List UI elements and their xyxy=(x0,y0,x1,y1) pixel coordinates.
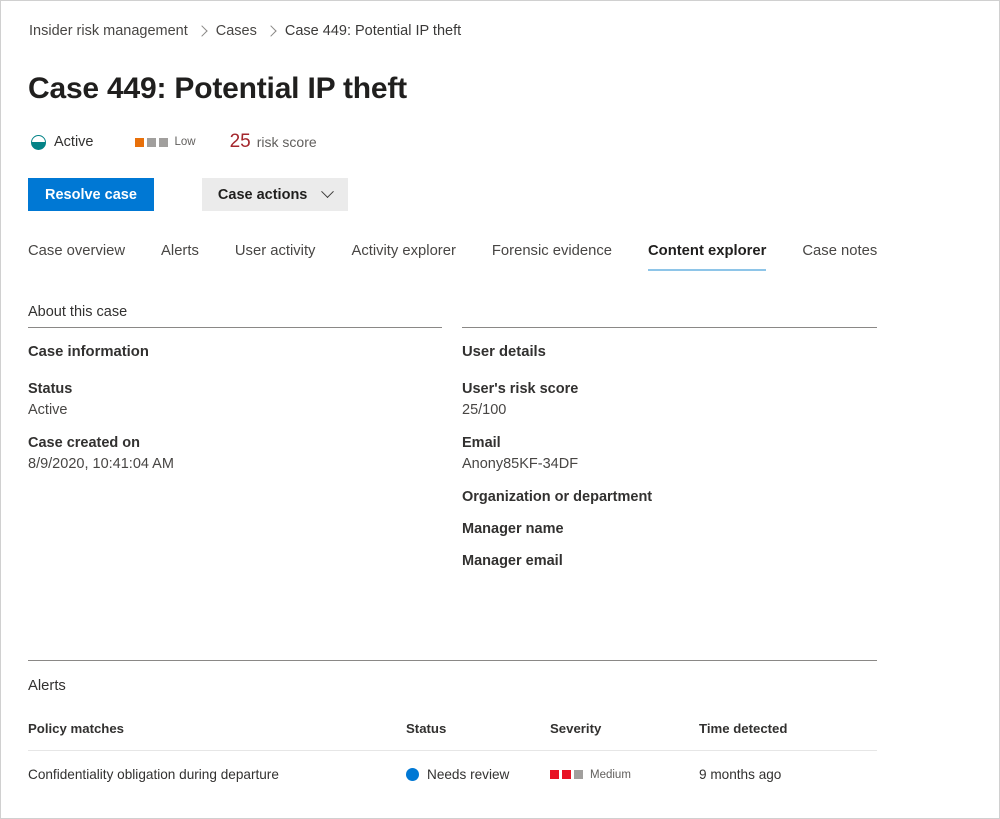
alerts-heading: Alerts xyxy=(28,678,66,694)
cell-policy-match[interactable]: Confidentiality obligation during depart… xyxy=(28,751,406,785)
cell-status: Needs review xyxy=(406,751,550,785)
tab-forensic-evidence[interactable]: Forensic evidence xyxy=(492,241,612,271)
risk-score-label: risk score xyxy=(256,134,317,150)
breadcrumb-item-insider-risk-management[interactable]: Insider risk management xyxy=(29,21,188,41)
severity-square-2 xyxy=(146,137,156,147)
section-divider-right xyxy=(462,327,877,328)
field-email-label: Email xyxy=(462,435,501,451)
case-severity: Low xyxy=(134,134,196,150)
section-divider-left xyxy=(28,327,442,328)
field-status-label: Status xyxy=(28,381,73,397)
cell-status-label: Needs review xyxy=(427,767,510,782)
case-actions-button[interactable]: Case actions xyxy=(201,178,349,211)
column-header-severity[interactable]: Severity xyxy=(550,720,699,751)
alerts-section-divider xyxy=(28,660,877,661)
cell-time-detected: 9 months ago xyxy=(699,767,782,782)
tab-alerts[interactable]: Alerts xyxy=(161,241,199,271)
field-organization-or-department: Organization or department xyxy=(462,487,877,508)
case-severity-label: Low xyxy=(174,136,196,148)
tab-case-overview[interactable]: Case overview xyxy=(28,241,125,271)
column-header-time-detected[interactable]: Time detected xyxy=(699,720,877,751)
case-risk-score: 25 risk score xyxy=(230,131,317,153)
severity-square-1 xyxy=(550,770,559,779)
field-status: Status Active xyxy=(28,379,442,421)
alerts-table: Policy matches Status Severity Time dete… xyxy=(28,720,877,784)
severity-square-3 xyxy=(158,137,168,147)
field-manager-email: Manager email xyxy=(462,551,877,572)
breadcrumb-item-cases[interactable]: Cases xyxy=(216,21,257,41)
case-information-title: Case information xyxy=(28,344,149,360)
risk-score-value: 25 xyxy=(229,131,251,152)
field-organization-or-department-label: Organization or department xyxy=(462,489,653,505)
cell-severity-label: Medium xyxy=(590,768,631,781)
severity-squares-icon xyxy=(550,770,583,779)
field-email-value: Anony85KF-34DF xyxy=(462,456,579,472)
about-this-case-heading: About this case xyxy=(28,304,128,320)
table-header-row: Policy matches Status Severity Time dete… xyxy=(28,720,877,751)
field-case-created-on-label: Case created on xyxy=(28,435,141,451)
half-filled-circle-icon xyxy=(31,134,46,150)
field-manager-name: Manager name xyxy=(462,519,877,540)
breadcrumb: Insider risk management Cases Case 449: … xyxy=(29,21,461,41)
field-case-created-on: Case created on 8/9/2020, 10:41:04 AM xyxy=(28,433,442,475)
field-email: Email Anony85KF-34DF xyxy=(462,433,877,475)
case-information-panel: Case information Status Active Case crea… xyxy=(28,342,442,487)
case-state: Active xyxy=(31,132,94,152)
tab-activity-explorer[interactable]: Activity explorer xyxy=(351,241,455,271)
severity-square-2 xyxy=(562,770,571,779)
case-tabs: Case overview Alerts User activity Activ… xyxy=(28,241,913,271)
field-status-value: Active xyxy=(28,402,68,418)
field-users-risk-score-label: User's risk score xyxy=(462,381,579,397)
severity-square-3 xyxy=(574,770,583,779)
column-header-status[interactable]: Status xyxy=(406,720,550,751)
resolve-case-button[interactable]: Resolve case xyxy=(28,178,154,211)
column-header-policy-matches[interactable]: Policy matches xyxy=(28,720,406,751)
field-case-created-on-value: 8/9/2020, 10:41:04 AM xyxy=(28,456,174,472)
cell-severity: Medium xyxy=(550,751,699,785)
tab-content-explorer[interactable]: Content explorer xyxy=(647,241,767,271)
case-status-strip: Active Low 25 risk score xyxy=(31,129,317,155)
severity-square-1 xyxy=(134,137,144,147)
case-toolbar: Resolve case Case actions xyxy=(28,178,349,211)
user-details-title: User details xyxy=(462,344,546,360)
tab-user-activity[interactable]: User activity xyxy=(235,241,316,271)
breadcrumb-item-current-case: Case 449: Potential IP theft xyxy=(284,23,462,39)
insider-risk-case-page: Insider risk management Cases Case 449: … xyxy=(0,0,1000,819)
field-users-risk-score-value: 25/100 xyxy=(462,402,507,418)
status-dot-icon xyxy=(406,768,419,781)
chevron-right-icon xyxy=(265,25,277,37)
case-state-label: Active xyxy=(54,134,94,150)
tab-case-notes[interactable]: Case notes xyxy=(802,241,877,271)
chevron-down-icon xyxy=(321,185,335,199)
case-actions-label: Case actions xyxy=(217,186,308,203)
field-manager-name-label: Manager name xyxy=(462,521,564,537)
chevron-right-icon xyxy=(196,25,208,37)
field-manager-email-label: Manager email xyxy=(462,553,563,569)
page-title: Case 449: Potential IP theft xyxy=(28,72,407,105)
field-users-risk-score: User's risk score 25/100 xyxy=(462,379,877,421)
user-details-panel: User details User's risk score 25/100 Em… xyxy=(462,342,877,583)
table-row[interactable]: Confidentiality obligation during depart… xyxy=(28,751,877,785)
severity-squares-icon xyxy=(134,137,168,147)
